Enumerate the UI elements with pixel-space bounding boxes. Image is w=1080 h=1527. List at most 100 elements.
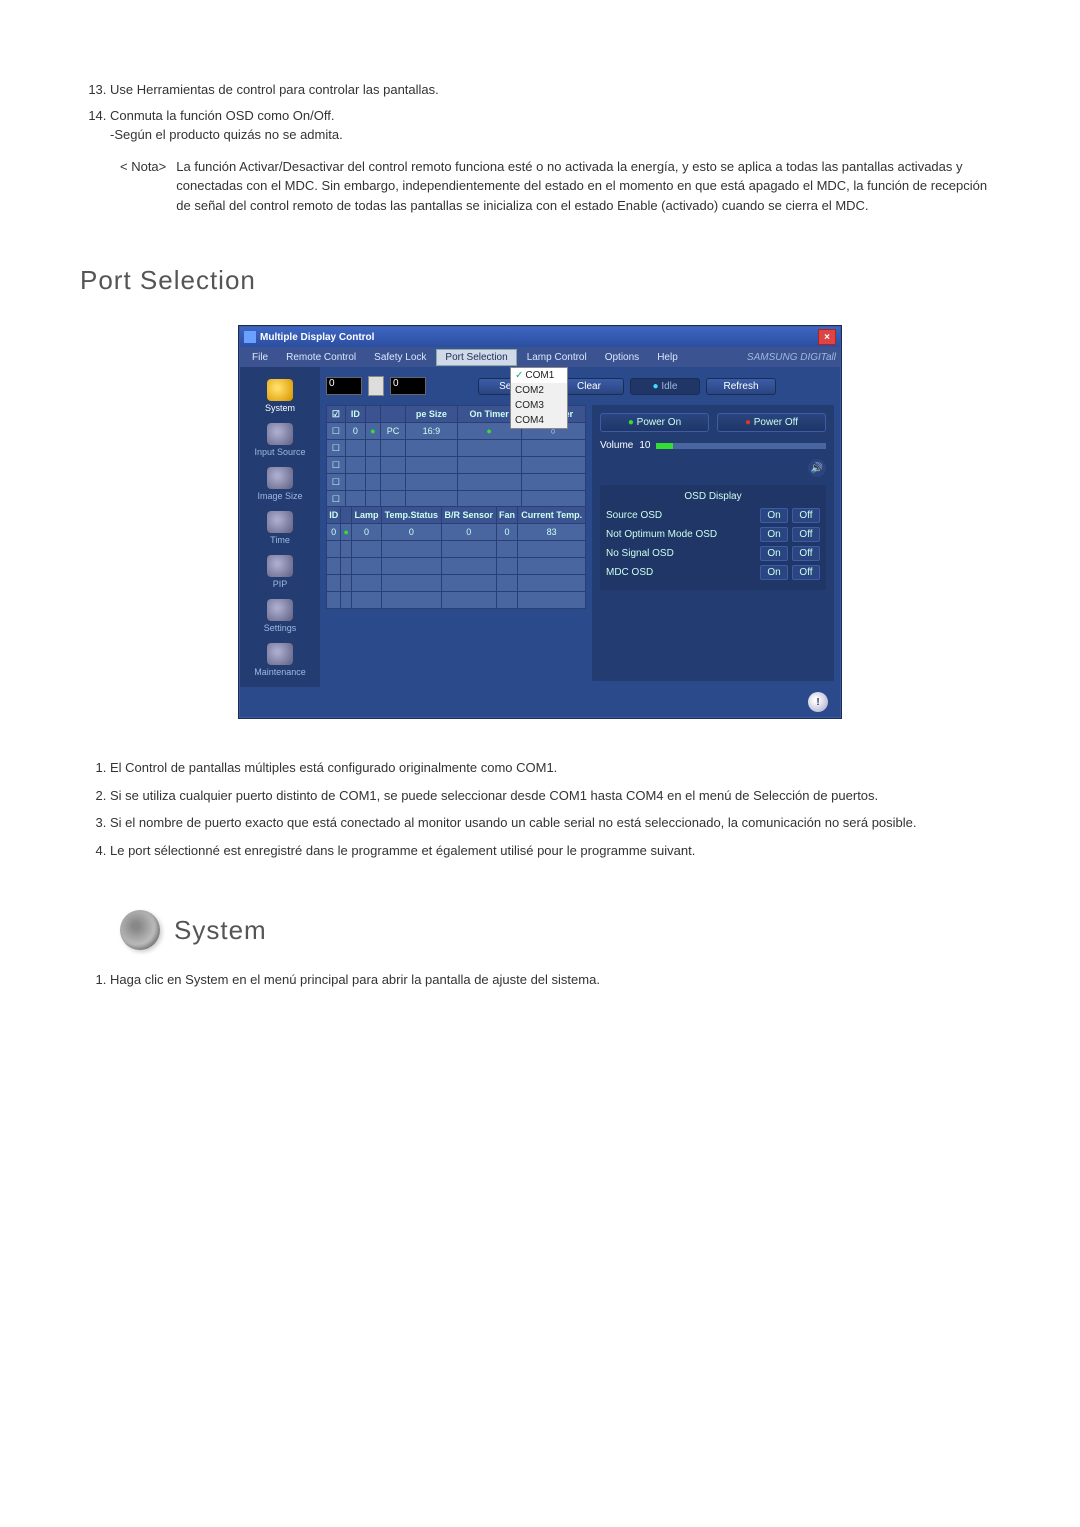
osd-on-button[interactable]: On — [760, 546, 788, 561]
col-check: ☑ — [327, 406, 346, 423]
port-list-item-3: Si el nombre de puerto exacto que está c… — [110, 813, 1000, 833]
port-dropdown[interactable]: COM1 COM2 COM3 COM4 — [510, 367, 568, 429]
menu-help[interactable]: Help — [649, 350, 686, 365]
id-end-input[interactable]: 0 — [390, 377, 426, 395]
col2-temp: Temp.Status — [381, 507, 441, 524]
app-icon — [244, 331, 256, 343]
port-selection-list: El Control de pantallas múltiples está c… — [80, 758, 1000, 860]
menu-port-selection[interactable]: Port Selection — [436, 349, 516, 366]
sidebar-item-label: Maintenance — [254, 667, 306, 677]
nota-text: La función Activar/Desactivar del contro… — [176, 157, 1000, 216]
list-item-14-line1: Conmuta la función OSD como On/Off. — [110, 108, 334, 123]
volume-label: Volume — [600, 440, 633, 451]
sidebar-item-label: Input Source — [254, 447, 305, 457]
control-panel: Power On Power Off Volume 10 🔊 OSD D — [592, 405, 834, 681]
osd-off-button[interactable]: Off — [792, 527, 820, 542]
volume-slider[interactable] — [656, 443, 826, 449]
id-start-input[interactable]: 0 — [326, 377, 362, 395]
sidebar-item-maintenance[interactable]: Maintenance — [240, 637, 320, 681]
sidebar-item-image-size[interactable]: Image Size — [240, 461, 320, 505]
heading-system: System — [174, 915, 267, 946]
sidebar-item-time[interactable]: Time — [240, 505, 320, 549]
speaker-icon[interactable]: 🔊 — [808, 459, 826, 477]
settings-icon — [267, 599, 293, 621]
menu-file[interactable]: File — [244, 350, 276, 365]
sidebar-item-input-source[interactable]: Input Source — [240, 417, 320, 461]
maintenance-icon — [267, 643, 293, 665]
cell2-fan: 0 — [496, 524, 518, 541]
system-icon — [267, 379, 293, 401]
col-size: pe Size — [406, 406, 458, 423]
sidebar-item-pip[interactable]: PIP — [240, 549, 320, 593]
cell2-br: 0 — [441, 524, 496, 541]
menu-lamp-control[interactable]: Lamp Control — [519, 350, 595, 365]
heading-port-selection: Port Selection — [80, 265, 1000, 296]
cell-id: 0 — [345, 423, 365, 440]
heading-system-row: System — [120, 910, 1000, 950]
cell-source: PC — [380, 423, 405, 440]
table-row[interactable]: 0 ● 0 0 0 0 83 — [327, 524, 586, 541]
titlebar: Multiple Display Control × — [240, 327, 840, 347]
osd-row-no-signal: No Signal OSD — [606, 548, 756, 559]
power-on-button[interactable]: Power On — [600, 413, 709, 432]
menubar: File Remote Control Safety Lock Port Sel… — [240, 347, 840, 367]
osd-on-button[interactable]: On — [760, 527, 788, 542]
col-id: ID — [345, 406, 365, 423]
menu-options[interactable]: Options — [597, 350, 647, 365]
osd-off-button[interactable]: Off — [792, 565, 820, 580]
list-item-13: Use Herramientas de control para control… — [110, 80, 1000, 100]
sidebar-item-system[interactable]: System — [240, 373, 320, 417]
input-icon — [267, 423, 293, 445]
col2-lamp: Lamp — [352, 507, 382, 524]
sidebar-item-label: PIP — [273, 579, 288, 589]
osd-panel: OSD Display Source OSD On Off Not Optimu… — [600, 485, 826, 590]
mdc-app-window: Multiple Display Control × File Remote C… — [239, 326, 841, 718]
list-item-14-line2: -Según el producto quizás no se admita. — [110, 127, 343, 142]
cell-size: 16:9 — [406, 423, 458, 440]
sidebar-item-label: System — [265, 403, 295, 413]
osd-row-source: Source OSD — [606, 510, 756, 521]
cell2-tempst: 0 — [381, 524, 441, 541]
osd-row-mdc: MDC OSD — [606, 567, 756, 578]
menu-remote-control[interactable]: Remote Control — [278, 350, 364, 365]
info-icon: ! — [808, 692, 828, 712]
upper-instruction-list: Use Herramientas de control para control… — [80, 80, 1000, 145]
sidebar-item-label: Image Size — [257, 491, 302, 501]
port-option-com2[interactable]: COM2 — [511, 383, 567, 398]
refresh-button[interactable]: Refresh — [706, 378, 776, 395]
sidebar: System Input Source Image Size Time PIP — [240, 367, 320, 687]
close-icon[interactable]: × — [818, 329, 836, 345]
sidebar-item-settings[interactable]: Settings — [240, 593, 320, 637]
col2-br: B/R Sensor — [441, 507, 496, 524]
col2-status — [341, 507, 352, 524]
power-off-button[interactable]: Power Off — [717, 413, 826, 432]
col2-fan: Fan — [496, 507, 518, 524]
col-source — [380, 406, 405, 423]
pip-icon — [267, 555, 293, 577]
system-heading-icon — [120, 910, 160, 950]
sensor-grid: ID Lamp Temp.Status B/R Sensor Fan Curre… — [326, 506, 586, 609]
osd-on-button[interactable]: On — [760, 565, 788, 580]
system-list: Haga clic en System en el menú principal… — [80, 970, 1000, 990]
osd-title: OSD Display — [606, 491, 820, 502]
port-option-com1[interactable]: COM1 — [511, 368, 567, 383]
nota-block: < Nota> La función Activar/Desactivar de… — [120, 157, 1000, 216]
cell2-id: 0 — [327, 524, 341, 541]
port-option-com4[interactable]: COM4 — [511, 413, 567, 428]
port-list-item-1: El Control de pantallas múltiples está c… — [110, 758, 1000, 778]
id-start-dropdown[interactable] — [368, 376, 384, 396]
window-title: Multiple Display Control — [260, 332, 374, 343]
cell2-lamp: 0 — [352, 524, 382, 541]
col-status — [365, 406, 380, 423]
port-option-com3[interactable]: COM3 — [511, 398, 567, 413]
cell2-status: ● — [341, 524, 352, 541]
menu-safety-lock[interactable]: Safety Lock — [366, 350, 434, 365]
nota-label: < Nota> — [120, 157, 166, 216]
system-list-item-1: Haga clic en System en el menú principal… — [110, 970, 1000, 990]
volume-value: 10 — [639, 440, 650, 451]
osd-off-button[interactable]: Off — [792, 508, 820, 523]
osd-on-button[interactable]: On — [760, 508, 788, 523]
sidebar-item-label: Time — [270, 535, 290, 545]
osd-off-button[interactable]: Off — [792, 546, 820, 561]
col2-id: ID — [327, 507, 341, 524]
